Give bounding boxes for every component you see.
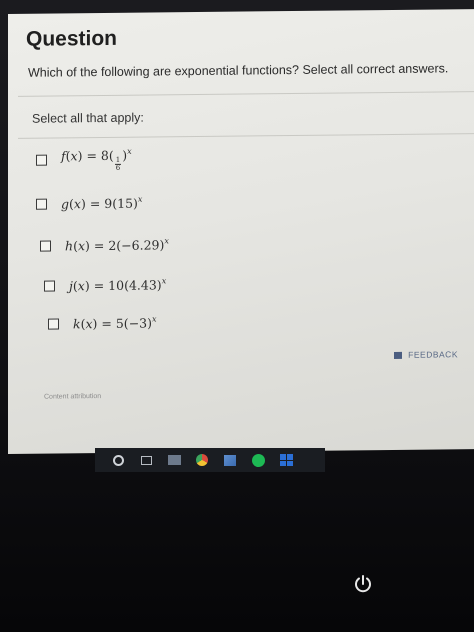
feedback-button[interactable]: FEEDBACK <box>394 349 458 360</box>
question-panel: Question Which of the following are expo… <box>8 9 474 455</box>
option-expression: j(x) = 10(4.43)x <box>69 276 167 294</box>
checkbox[interactable] <box>36 198 47 210</box>
answer-option-g[interactable]: g(x) = 9(15)x <box>36 193 142 214</box>
option-expression: k(x) = 5(−3)x <box>73 314 157 332</box>
answer-option-h[interactable]: h(x) = 2(−6.29)x <box>40 234 169 255</box>
power-icon[interactable] <box>352 573 374 595</box>
divider <box>18 133 474 139</box>
content-attribution-link[interactable]: Content attribution <box>44 393 101 401</box>
option-expression: h(x) = 2(−6.29)x <box>65 236 169 254</box>
windows-taskbar <box>95 448 325 472</box>
question-prompt: Which of the following are exponential f… <box>28 61 449 80</box>
select-instruction: Select all that apply: <box>32 110 144 126</box>
chrome-icon[interactable] <box>195 453 209 467</box>
option-expression: f(x) = 8(1 6)x <box>61 146 132 172</box>
feedback-icon <box>394 351 403 359</box>
task-view-icon[interactable] <box>139 453 153 467</box>
option-expression: g(x) = 9(15)x <box>61 194 143 212</box>
store-icon[interactable] <box>167 453 181 467</box>
feedback-label: FEEDBACK <box>408 349 458 360</box>
checkbox[interactable] <box>48 317 59 330</box>
answer-option-f[interactable]: f(x) = 8(1 6)x <box>36 146 132 172</box>
checkbox[interactable] <box>36 154 47 166</box>
cortana-circle-icon[interactable] <box>111 453 125 467</box>
checkbox[interactable] <box>44 280 55 292</box>
page-title: Question <box>26 26 118 51</box>
windows-icon[interactable] <box>279 453 293 467</box>
spotify-icon[interactable] <box>251 453 265 467</box>
checkbox[interactable] <box>40 240 51 252</box>
answer-option-j[interactable]: j(x) = 10(4.43)x <box>44 274 166 295</box>
divider <box>18 91 474 97</box>
answer-option-k[interactable]: k(x) = 5(−3)x <box>48 312 157 333</box>
photos-icon[interactable] <box>223 453 237 467</box>
